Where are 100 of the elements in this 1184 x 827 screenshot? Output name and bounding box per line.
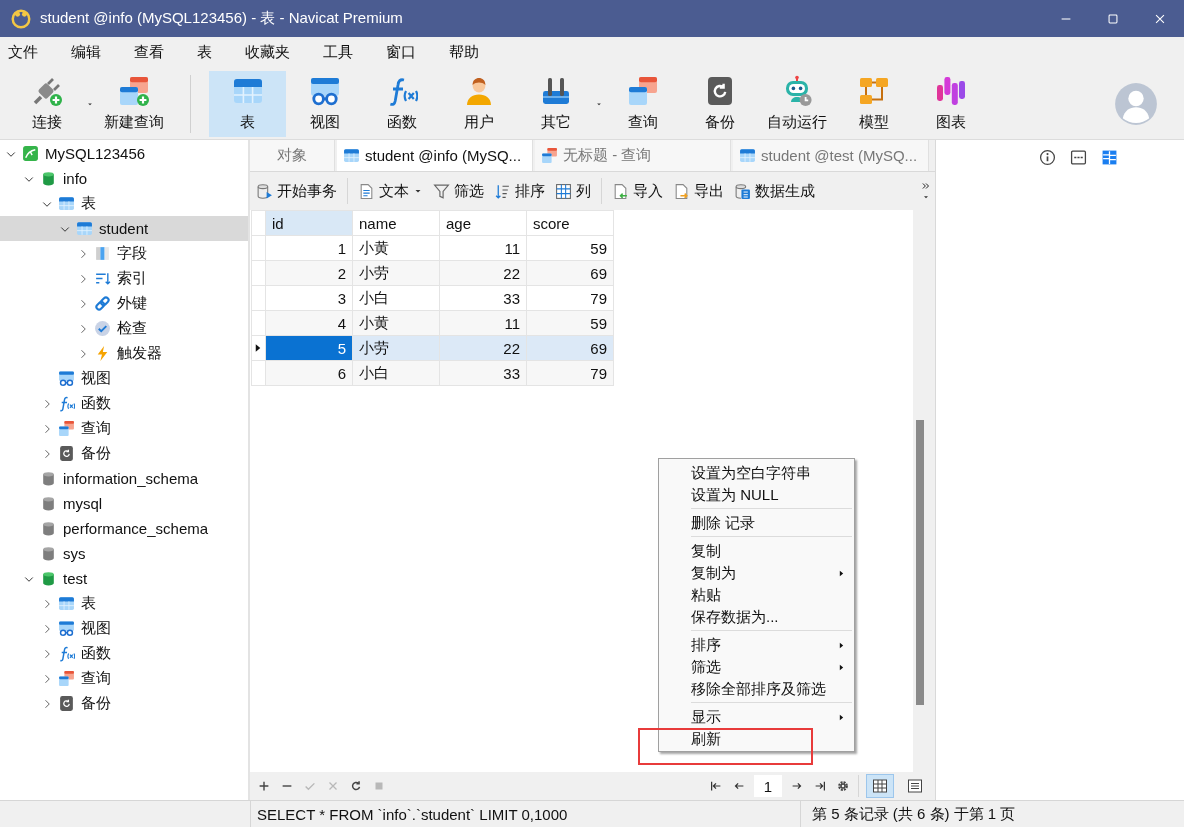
tree-item[interactable]: sys: [0, 541, 248, 566]
grid-view-icon[interactable]: [872, 778, 888, 794]
toolbar-button[interactable]: 图表: [912, 70, 989, 137]
tree-item[interactable]: 查询: [0, 416, 248, 441]
refresh-icon[interactable]: [349, 779, 363, 793]
tree-item[interactable]: 表: [0, 191, 248, 216]
info-icon[interactable]: [1038, 149, 1056, 166]
menu-item[interactable]: 粘贴: [659, 584, 854, 606]
toolbar-button[interactable]: 自动运行: [758, 70, 835, 137]
tree-item[interactable]: 备份: [0, 441, 248, 466]
view-icon: [58, 370, 75, 387]
column-header[interactable]: score: [526, 210, 614, 236]
menu-item[interactable]: 保存数据为...: [659, 606, 854, 628]
toolbar-button[interactable]: 新建查询: [95, 70, 172, 137]
settings-icon[interactable]: [836, 779, 850, 793]
menu-item[interactable]: 窗口: [386, 43, 416, 62]
submenu-arrow-icon: [837, 712, 846, 722]
column-header[interactable]: age: [439, 210, 527, 236]
table-cell: 2: [265, 260, 353, 286]
toolbar-button[interactable]: 表: [209, 70, 286, 137]
menu-item[interactable]: 编辑: [71, 43, 101, 62]
row-header[interactable]: [251, 335, 266, 361]
menu-item[interactable]: 工具: [323, 43, 353, 62]
caret-icon[interactable]: [922, 193, 930, 201]
toolbar-button[interactable]: 文本: [358, 181, 423, 201]
page-field[interactable]: 1: [754, 775, 782, 797]
tab[interactable]: 对象: [250, 140, 335, 171]
view-icon: [58, 620, 75, 637]
tree-item[interactable]: mysql: [0, 491, 248, 516]
backup-icon: [58, 445, 75, 462]
toolbar-button[interactable]: 导入: [612, 181, 663, 201]
toolbar-button[interactable]: 备份: [681, 70, 758, 137]
first-page-icon[interactable]: [709, 779, 723, 793]
table-icon: [739, 147, 756, 164]
table-cell: 11: [439, 235, 527, 261]
tree-item[interactable]: 外键: [0, 291, 248, 316]
tree-item[interactable]: info: [0, 166, 248, 191]
tree-item[interactable]: test: [0, 566, 248, 591]
tree-item[interactable]: 函数: [0, 391, 248, 416]
tree-item[interactable]: 视图: [0, 616, 248, 641]
model-icon: [857, 75, 890, 107]
grid-view-button[interactable]: [866, 774, 894, 798]
tree-item[interactable]: 字段: [0, 241, 248, 266]
tab[interactable]: student @info (MySQ...: [337, 140, 533, 171]
menu-item[interactable]: 复制为: [659, 562, 854, 584]
overflow-icon[interactable]: [921, 181, 931, 191]
toolbar-button[interactable]: 排序: [494, 181, 545, 201]
toolbar-button[interactable]: 函数: [363, 70, 440, 137]
menu-item[interactable]: 移除全部排序及筛选: [659, 678, 854, 700]
ddl-icon[interactable]: [1069, 149, 1087, 166]
tree-item[interactable]: 索引: [0, 266, 248, 291]
maximize-icon[interactable]: [1106, 11, 1120, 26]
table-cell: 1: [265, 235, 353, 261]
tree-item[interactable]: 备份: [0, 691, 248, 716]
grid-icon: [555, 182, 572, 200]
toolbar-button[interactable]: 列: [555, 181, 591, 201]
menu-item[interactable]: 查看: [134, 43, 164, 62]
menu-item[interactable]: 设置为 NULL: [659, 484, 854, 506]
tree-item[interactable]: 触发器: [0, 341, 248, 366]
menu-item[interactable]: 文件: [8, 43, 38, 62]
tree-item[interactable]: 表: [0, 591, 248, 616]
toolbar-button[interactable]: 其它: [517, 70, 594, 137]
menu-item[interactable]: 表: [197, 43, 212, 62]
menu-item[interactable]: 删除 记录: [659, 512, 854, 534]
tree-item[interactable]: 视图: [0, 366, 248, 391]
toolbar-button[interactable]: 查询: [604, 70, 681, 137]
tree-item[interactable]: MySQL123456: [0, 141, 248, 166]
toolbar-button[interactable]: 筛选: [433, 181, 484, 201]
menu-item[interactable]: 设置为空白字符串: [659, 462, 854, 484]
last-page-icon[interactable]: [813, 779, 827, 793]
tree-item[interactable]: student: [0, 216, 248, 241]
toolbar-button[interactable]: 连接: [8, 70, 85, 137]
column-header[interactable]: name: [352, 210, 440, 236]
tree-item[interactable]: 函数: [0, 641, 248, 666]
menu-item[interactable]: 帮助: [449, 43, 479, 62]
menu-item[interactable]: 刷新: [659, 728, 854, 750]
toolbar-button[interactable]: 模型: [835, 70, 912, 137]
menu-item[interactable]: 收藏夹: [245, 43, 290, 62]
tree-item[interactable]: information_schema: [0, 466, 248, 491]
tab[interactable]: student @test (MySQ...: [733, 140, 929, 171]
form-view-icon[interactable]: [907, 778, 923, 794]
menu-item[interactable]: 复制: [659, 540, 854, 562]
menu-item[interactable]: 筛选: [659, 656, 854, 678]
column-header[interactable]: id: [265, 210, 353, 236]
tree-item[interactable]: 查询: [0, 666, 248, 691]
tab[interactable]: 无标题 - 查询: [535, 140, 731, 171]
menu-item[interactable]: 显示: [659, 706, 854, 728]
link-icon: [94, 295, 111, 312]
toolbar-button[interactable]: 开始事务: [256, 181, 337, 201]
query-icon: [58, 420, 75, 437]
toolbar-button[interactable]: 数据生成: [734, 181, 815, 201]
toolbar-button[interactable]: 用户: [440, 70, 517, 137]
toolbar-button[interactable]: 视图: [286, 70, 363, 137]
toolbar-button[interactable]: 导出: [673, 181, 724, 201]
tree-item[interactable]: performance_schema: [0, 516, 248, 541]
query-icon: [626, 75, 659, 107]
add-icon[interactable]: [257, 779, 271, 793]
layout-icon[interactable]: [1100, 149, 1118, 166]
menu-item[interactable]: 排序: [659, 634, 854, 656]
tree-item[interactable]: 检查: [0, 316, 248, 341]
